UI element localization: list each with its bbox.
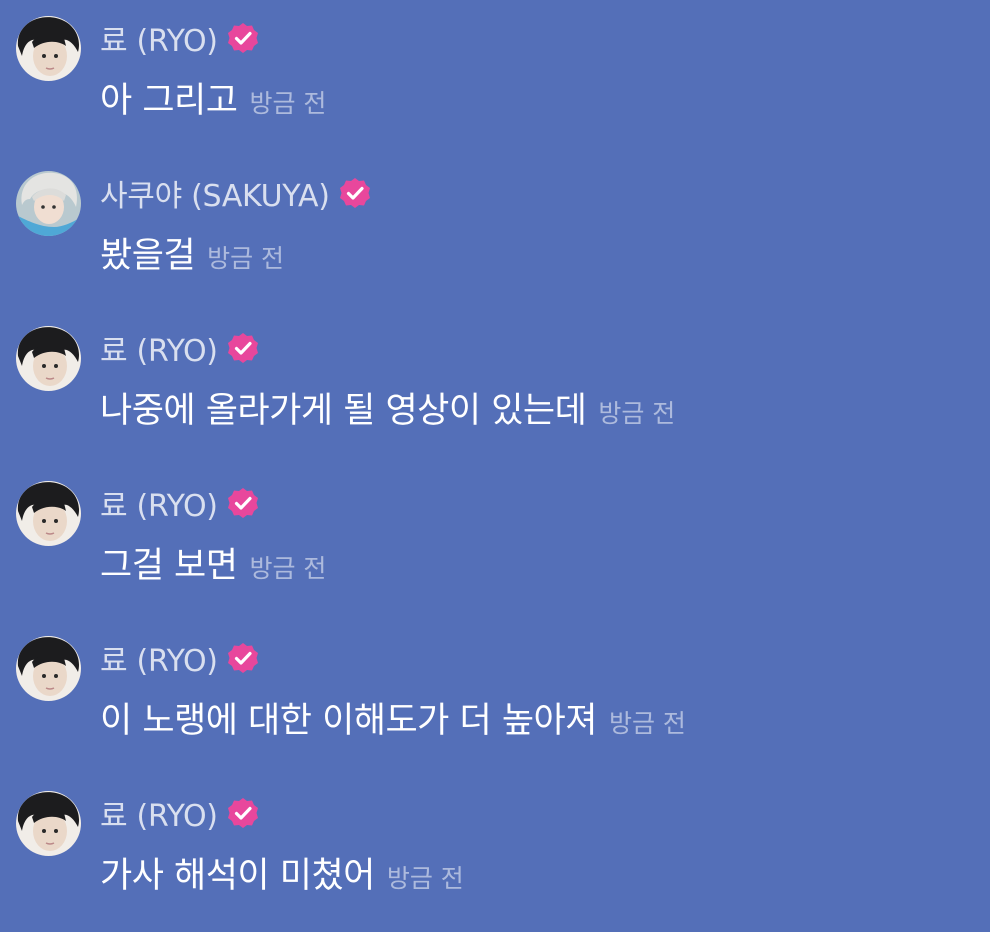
message-timestamp: 방금 전 — [249, 89, 327, 118]
message-timestamp: 방금 전 — [249, 554, 327, 583]
message-text: 아 그리고 — [100, 81, 238, 121]
author-name[interactable]: 료 (RYO) — [100, 636, 218, 680]
message-text: 봤을걸 — [100, 236, 196, 276]
avatar[interactable] — [16, 16, 81, 81]
chat-message: 사쿠야 (SAKUYA) 봤을걸 방금 전 — [16, 171, 976, 291]
message-text: 그걸 보면 — [100, 546, 238, 586]
avatar[interactable] — [16, 636, 81, 701]
author-name[interactable]: 료 (RYO) — [100, 326, 218, 370]
verified-badge-icon — [338, 176, 372, 210]
author-name[interactable]: 사쿠야 (SAKUYA) — [100, 171, 330, 215]
chat-message: 료 (RYO) 가사 해석이 미쳤어 방금 전 — [16, 791, 976, 911]
message-timestamp: 방금 전 — [207, 244, 285, 273]
message-text: 가사 해석이 미쳤어 — [100, 856, 375, 896]
chat-message: 료 (RYO) 아 그리고 방금 전 — [16, 16, 976, 136]
message-timestamp: 방금 전 — [608, 709, 686, 738]
message-timestamp: 방금 전 — [386, 864, 464, 893]
chat-message-list: 료 (RYO) 아 그리고 방금 전 사쿠야 (SAKUYA) 봤을걸 방금 전… — [0, 0, 990, 932]
chat-message: 료 (RYO) 나중에 올라가게 될 영상이 있는데 방금 전 — [16, 326, 976, 446]
chat-message: 료 (RYO) 그걸 보면 방금 전 — [16, 481, 976, 601]
avatar[interactable] — [16, 791, 81, 856]
verified-badge-icon — [226, 486, 260, 520]
avatar[interactable] — [16, 326, 81, 391]
message-text: 이 노랭에 대한 이해도가 더 높아져 — [100, 701, 597, 741]
chat-message: 료 (RYO) 이 노랭에 대한 이해도가 더 높아져 방금 전 — [16, 636, 976, 756]
message-timestamp: 방금 전 — [598, 399, 676, 428]
verified-badge-icon — [226, 21, 260, 55]
verified-badge-icon — [226, 641, 260, 675]
author-name[interactable]: 료 (RYO) — [100, 791, 218, 835]
verified-badge-icon — [226, 796, 260, 830]
avatar[interactable] — [16, 171, 81, 236]
author-name[interactable]: 료 (RYO) — [100, 481, 218, 525]
message-text: 나중에 올라가게 될 영상이 있는데 — [100, 391, 587, 431]
avatar[interactable] — [16, 481, 81, 546]
verified-badge-icon — [226, 331, 260, 365]
author-name[interactable]: 료 (RYO) — [100, 16, 218, 60]
